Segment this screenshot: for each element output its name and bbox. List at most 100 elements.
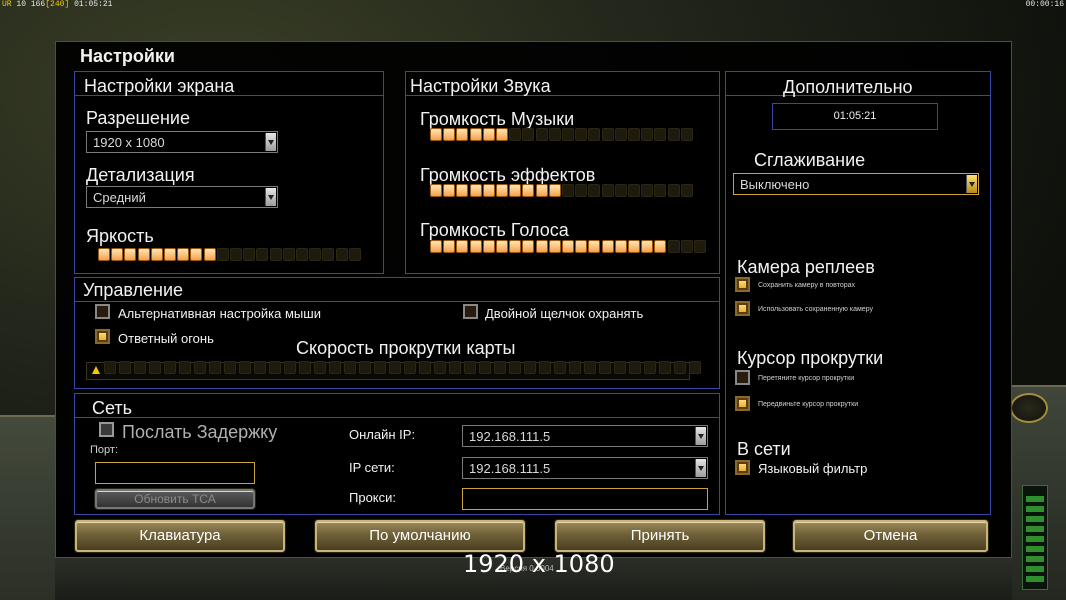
compass-icon[interactable] (1010, 393, 1048, 423)
slider-segment[interactable] (562, 128, 574, 141)
slider-segment[interactable] (443, 128, 456, 141)
slider-segment[interactable] (689, 361, 701, 374)
slider-segment[interactable] (509, 240, 522, 253)
slider-segment[interactable] (614, 184, 627, 197)
slider-segment[interactable] (584, 361, 596, 374)
slider-segment[interactable] (575, 128, 588, 141)
slider-segment[interactable] (535, 128, 548, 141)
update-tca-button[interactable]: Обновить ТСА (95, 489, 255, 509)
slider-segment[interactable] (667, 240, 680, 253)
slider-segment[interactable] (614, 240, 627, 253)
slider-segment[interactable] (628, 240, 640, 253)
slider-segment[interactable] (430, 128, 442, 141)
effects-volume-slider[interactable] (430, 184, 694, 198)
slider-segment[interactable] (654, 128, 667, 141)
alt-mouse-checkbox[interactable] (95, 304, 110, 319)
drag-cursor-checkbox[interactable] (735, 370, 750, 385)
slider-segment[interactable] (496, 128, 508, 141)
slider-segment[interactable] (434, 361, 446, 374)
slider-segment[interactable] (137, 248, 150, 261)
slider-segment[interactable] (496, 184, 508, 197)
slider-segment[interactable] (309, 248, 322, 261)
save-camera-checkbox[interactable] (735, 277, 750, 292)
port-input[interactable] (95, 462, 255, 484)
double-click-checkbox[interactable] (463, 304, 478, 319)
slider-segment[interactable] (299, 361, 311, 374)
slider-segment[interactable] (522, 128, 535, 141)
slider-segment[interactable] (284, 361, 296, 374)
slider-segment[interactable] (601, 128, 614, 141)
slider-segment[interactable] (209, 361, 221, 374)
chevron-down-icon[interactable] (695, 427, 706, 445)
slider-segment[interactable] (269, 248, 282, 261)
slider-segment[interactable] (569, 361, 581, 374)
slider-segment[interactable] (588, 240, 601, 253)
slider-segment[interactable] (134, 361, 146, 374)
slider-segment[interactable] (548, 128, 561, 141)
voice-volume-slider[interactable] (430, 240, 706, 254)
slider-segment[interactable] (98, 248, 110, 261)
slider-segment[interactable] (469, 184, 482, 197)
slider-segment[interactable] (449, 361, 461, 374)
move-cursor-checkbox[interactable] (735, 396, 750, 411)
slider-segment[interactable] (654, 184, 667, 197)
antialias-dropdown[interactable]: Выключено (733, 173, 979, 195)
slider-segment[interactable] (680, 184, 693, 197)
slider-segment[interactable] (548, 184, 561, 197)
slider-segment[interactable] (389, 361, 401, 374)
detail-dropdown[interactable]: Средний (86, 186, 278, 208)
slider-segment[interactable] (119, 361, 131, 374)
slider-segment[interactable] (479, 361, 491, 374)
slider-segment[interactable] (164, 361, 176, 374)
slider-segment[interactable] (230, 248, 242, 261)
music-volume-slider[interactable] (430, 128, 694, 142)
keyboard-button[interactable]: Клавиатура (75, 520, 285, 552)
slider-segment[interactable] (562, 240, 574, 253)
chevron-down-icon[interactable] (966, 175, 977, 193)
proxy-input[interactable] (462, 488, 708, 510)
slider-segment[interactable] (562, 184, 574, 197)
slider-segment[interactable] (614, 361, 626, 374)
slider-segment[interactable] (575, 184, 588, 197)
slider-segment[interactable] (443, 240, 456, 253)
slider-segment[interactable] (104, 361, 116, 374)
slider-segment[interactable] (667, 128, 680, 141)
slider-segment[interactable] (254, 361, 266, 374)
slider-segment[interactable] (443, 184, 456, 197)
slider-segment[interactable] (535, 184, 548, 197)
slider-segment[interactable] (522, 184, 535, 197)
cancel-button[interactable]: Отмена (793, 520, 988, 552)
slider-segment[interactable] (641, 184, 654, 197)
slider-segment[interactable] (224, 361, 236, 374)
slider-segment[interactable] (111, 248, 124, 261)
resolution-dropdown[interactable]: 1920 x 1080 (86, 131, 278, 153)
slider-segment[interactable] (164, 248, 176, 261)
slider-segment[interactable] (216, 248, 229, 261)
slider-segment[interactable] (628, 184, 640, 197)
send-delay-checkbox[interactable] (99, 422, 114, 437)
slider-segment[interactable] (344, 361, 356, 374)
slider-segment[interactable] (601, 240, 614, 253)
slider-segment[interactable] (482, 240, 495, 253)
slider-segment[interactable] (203, 248, 216, 261)
slider-segment[interactable] (680, 240, 693, 253)
slider-segment[interactable] (269, 361, 281, 374)
chevron-down-icon[interactable] (265, 188, 276, 206)
slider-segment[interactable] (456, 184, 469, 197)
slider-segment[interactable] (641, 240, 654, 253)
slider-segment[interactable] (322, 248, 335, 261)
scroll-speed-slider[interactable] (104, 361, 701, 375)
slider-segment[interactable] (282, 248, 295, 261)
slider-segment[interactable] (179, 361, 191, 374)
lan-ip-dropdown[interactable]: 192.168.111.5 (462, 457, 708, 479)
slider-segment[interactable] (554, 361, 566, 374)
slider-segment[interactable] (614, 128, 627, 141)
return-fire-checkbox[interactable] (95, 329, 110, 344)
slider-segment[interactable] (628, 128, 640, 141)
slider-segment[interactable] (509, 184, 522, 197)
defaults-button[interactable]: По умолчанию (315, 520, 525, 552)
slider-segment[interactable] (335, 248, 348, 261)
chevron-down-icon[interactable] (695, 459, 706, 477)
slider-segment[interactable] (469, 240, 482, 253)
slider-segment[interactable] (430, 184, 442, 197)
